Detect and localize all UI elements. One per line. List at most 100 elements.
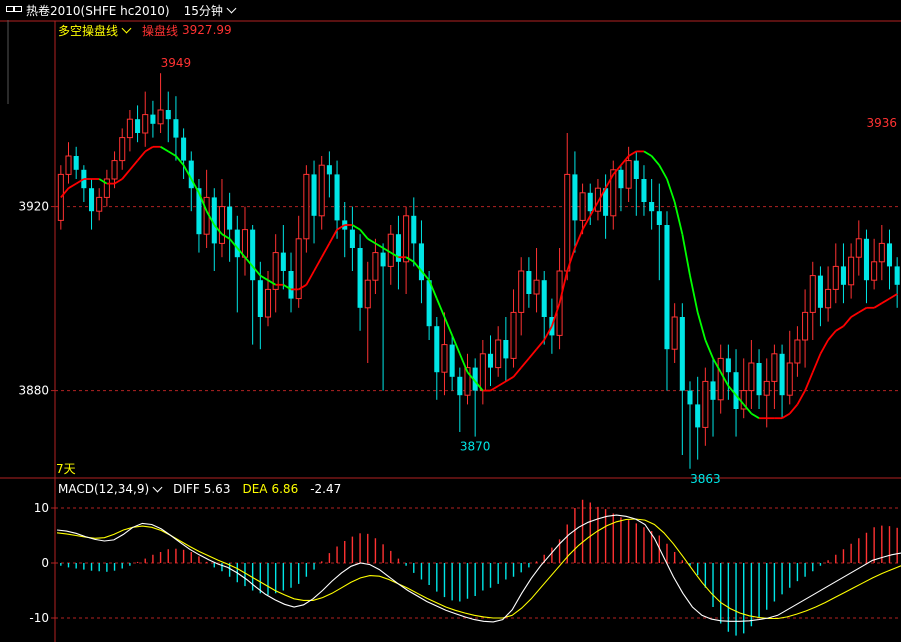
candle-body: [157, 109, 164, 125]
candle-body: [441, 344, 448, 373]
candle-body: [449, 344, 455, 377]
macd-tick-label: 0: [41, 556, 49, 570]
candle-body: [88, 188, 95, 212]
candle-body: [633, 160, 639, 179]
candle-body: [526, 271, 532, 294]
trend-line-segment: [789, 403, 799, 415]
trend-line-segment: [681, 234, 691, 276]
trend-line-segment: [520, 357, 530, 369]
candle-body: [111, 160, 118, 180]
candle-body: [587, 192, 593, 212]
candle-body: [495, 339, 502, 369]
candle-body: [687, 390, 693, 405]
candle-body: [863, 238, 870, 281]
candle-body: [625, 160, 632, 189]
trend-line-segment: [490, 385, 499, 392]
candle-body: [886, 243, 893, 267]
trend-line-segment: [136, 150, 146, 162]
trend-line-segment: [628, 150, 637, 157]
candle-body: [725, 358, 731, 373]
candle-body: [832, 265, 839, 290]
trend-line-segment: [320, 242, 331, 258]
candle-body: [641, 179, 647, 202]
candle-body: [503, 340, 509, 359]
candle-body: [418, 243, 424, 281]
trend-line-segment: [827, 330, 837, 341]
trend-line-segment: [858, 307, 867, 314]
candle-body: [733, 372, 739, 409]
candle-body: [649, 202, 655, 212]
candle-body: [771, 353, 778, 382]
candle-body: [717, 357, 724, 401]
trend-line-segment: [374, 242, 384, 249]
trend-line-segment: [835, 325, 844, 332]
price-extreme-label: 3936: [867, 116, 898, 130]
trend-line-segment: [313, 256, 323, 272]
trend-line-segment: [512, 367, 522, 378]
candle-body: [848, 256, 855, 286]
candle-body: [748, 362, 755, 392]
candle-body: [403, 215, 410, 263]
price-tick-label: 3920: [18, 200, 49, 214]
trend-line-segment: [650, 155, 661, 166]
candle-body: [541, 280, 547, 317]
candle-body: [871, 261, 878, 281]
trend-line-segment: [873, 302, 883, 309]
candle-body: [119, 137, 126, 162]
trend-line-segment: [167, 150, 177, 157]
candle-body: [564, 173, 571, 272]
candle-body: [280, 252, 286, 271]
candle-body: [656, 211, 662, 225]
candle-body: [326, 165, 332, 175]
candle-body: [241, 229, 249, 258]
candle-body: [250, 229, 256, 281]
candle-body: [96, 196, 103, 212]
candle-body: [679, 317, 685, 391]
candle-body: [802, 311, 809, 341]
trend-line-segment: [305, 270, 315, 286]
candle-body: [264, 288, 272, 318]
candle-body: [457, 376, 463, 396]
price-extreme-label: 3870: [460, 440, 491, 454]
candle-body: [579, 192, 586, 221]
candle-body: [878, 242, 885, 263]
candle-body: [181, 137, 187, 161]
trend-line-segment: [144, 146, 154, 153]
trend-line-segment: [351, 224, 361, 231]
candle-body: [173, 119, 179, 138]
candle-body: [763, 380, 770, 396]
trend-line-segment: [528, 348, 538, 359]
candle-body: [380, 252, 386, 267]
candle-body: [840, 266, 846, 285]
candle-body: [809, 275, 816, 313]
candle-body: [411, 215, 417, 244]
chart-canvas[interactable]: 3920 3880 7天 3949 3936 3870 3863 10 0 -10: [0, 0, 901, 642]
trend-line-segment: [842, 316, 852, 327]
trend-line-segment: [160, 146, 169, 153]
candle-body: [786, 362, 793, 396]
candle-body: [218, 206, 225, 244]
trend-line-segment: [129, 160, 139, 171]
candle-body: [126, 118, 133, 139]
trend-line-segment: [68, 182, 77, 189]
candle-body: [318, 164, 325, 217]
trend-line-segment: [114, 178, 123, 185]
candle-body: [288, 271, 294, 299]
candle-body: [671, 316, 678, 350]
price-tick-label: 3880: [18, 384, 49, 398]
candle-body: [825, 288, 832, 309]
candle-body: [234, 229, 240, 258]
candle-body: [479, 353, 486, 392]
trend-line-segment: [367, 238, 376, 245]
candle-body: [710, 381, 716, 400]
candle-body: [334, 174, 340, 221]
candle-body: [855, 238, 862, 258]
candle-body: [73, 156, 79, 170]
candle-body: [894, 266, 900, 285]
candle-body: [150, 114, 156, 124]
candle-body: [142, 114, 149, 134]
candle-body: [779, 353, 785, 396]
candle-body: [664, 225, 670, 350]
candle-body: [817, 275, 823, 308]
trend-line-segment: [704, 339, 714, 359]
